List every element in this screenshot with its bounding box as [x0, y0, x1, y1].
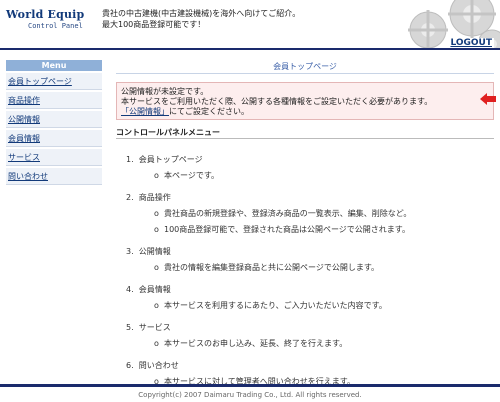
menu-item-description: o 貴社商品の新規登録や、登録済み商品の一覧表示、編集、削除など。 — [154, 209, 412, 218]
main-content: 会員トップページ 公開情報が未設定です。 本サービスをご利用いただく際、公開する… — [116, 60, 494, 397]
alert-line-3: 「公開情報」にてご設定ください。 — [121, 107, 489, 117]
menu-item-title: 5. サービス — [126, 323, 171, 332]
logo-brand: World Equip — [6, 8, 85, 21]
arrow-left-icon — [480, 93, 496, 105]
menu-item-title: 3. 公開情報 — [126, 247, 171, 256]
menu-item-title: 1. 会員トップページ — [126, 155, 203, 164]
logo-subtitle: Control Panel — [28, 22, 83, 30]
sidebar-item-contact[interactable]: 問い合わせ — [6, 168, 102, 185]
logout-link[interactable]: LOGOUT — [448, 38, 494, 48]
page-title: 会員トップページ — [116, 60, 494, 74]
bullet-icon: o — [154, 171, 159, 180]
alert-line-1: 公開情報が未設定です。 — [121, 87, 209, 96]
bullet-icon: o — [154, 263, 159, 272]
tagline-line-1: 貴社の中古建機(中古建設機械)を海外へ向けてご紹介。 — [102, 9, 301, 18]
control-panel-menu-list: 1. 会員トップページ o 本ページです。 2. 商品操作 o 貴社商品の新規登… — [126, 153, 494, 389]
menu-list-item: 5. サービス o 本サービスのお申し込み、延長、終了を行えます。 — [126, 321, 494, 351]
alert-box: 公開情報が未設定です。 本サービスをご利用いただく際、公開する各種情報をご設定い… — [116, 82, 494, 120]
logo: World Equip Control Panel — [6, 8, 90, 30]
menu-item-title: 6. 問い合わせ — [126, 361, 179, 370]
menu-list-item: 1. 会員トップページ o 本ページです。 — [126, 153, 494, 183]
sidebar-item-top-page[interactable]: 会員トップページ — [6, 73, 102, 90]
sidebar: Menu 会員トップページ 商品操作 公開情報 会員情報 サービス 問い合わせ — [6, 60, 102, 185]
tagline-line-2: 最大100商品登録可能です！ — [102, 20, 206, 29]
section-heading: コントロールパネルメニュー — [116, 126, 494, 139]
header: World Equip Control Panel 貴社の中古建機(中古建設機械… — [0, 0, 500, 50]
bullet-icon: o — [154, 225, 159, 234]
menu-item-title: 2. 商品操作 — [126, 193, 171, 202]
footer-copyright: Copyright(c) 2007 Daimaru Trading Co., L… — [138, 391, 362, 399]
sidebar-item-public-info[interactable]: 公開情報 — [6, 111, 102, 128]
bullet-icon: o — [154, 339, 159, 348]
menu-item-description: o 本ページです。 — [154, 171, 220, 180]
menu-item-description: o 本サービスを利用するにあたり、ご入力いただいた内容です。 — [154, 301, 387, 310]
sidebar-heading: Menu — [6, 60, 102, 71]
menu-item-description: o 100商品登録可能で、登録された商品は公開ページで公開されます。 — [154, 225, 410, 234]
sidebar-item-products[interactable]: 商品操作 — [6, 92, 102, 109]
menu-item-description: o 本サービスのお申し込み、延長、終了を行えます。 — [154, 339, 348, 348]
menu-item-title: 4. 会員情報 — [126, 285, 171, 294]
public-info-link[interactable]: 「公開情報」 — [121, 107, 169, 116]
bullet-icon: o — [154, 301, 159, 310]
sidebar-item-service[interactable]: サービス — [6, 149, 102, 166]
alert-line-2: 本サービスをご利用いただく際、公開する各種情報をご設定いただく必要があります。 — [121, 97, 433, 106]
tagline: 貴社の中古建機(中古建設機械)を海外へ向けてご紹介。 最大100商品登録可能です… — [102, 8, 300, 30]
menu-list-item: 2. 商品操作 o 貴社商品の新規登録や、登録済み商品の一覧表示、編集、削除など… — [126, 191, 494, 237]
sidebar-item-member-info[interactable]: 会員情報 — [6, 130, 102, 147]
alert-line-3-text: にてご設定ください。 — [169, 107, 249, 116]
menu-list-item: 4. 会員情報 o 本サービスを利用するにあたり、ご入力いただいた内容です。 — [126, 283, 494, 313]
menu-item-description: o 貴社の情報を編集登録商品と共に公開ページで公開します。 — [154, 263, 380, 272]
bullet-icon: o — [154, 209, 159, 218]
menu-list-item: 3. 公開情報 o 貴社の情報を編集登録商品と共に公開ページで公開します。 — [126, 245, 494, 275]
footer-divider — [0, 384, 500, 387]
